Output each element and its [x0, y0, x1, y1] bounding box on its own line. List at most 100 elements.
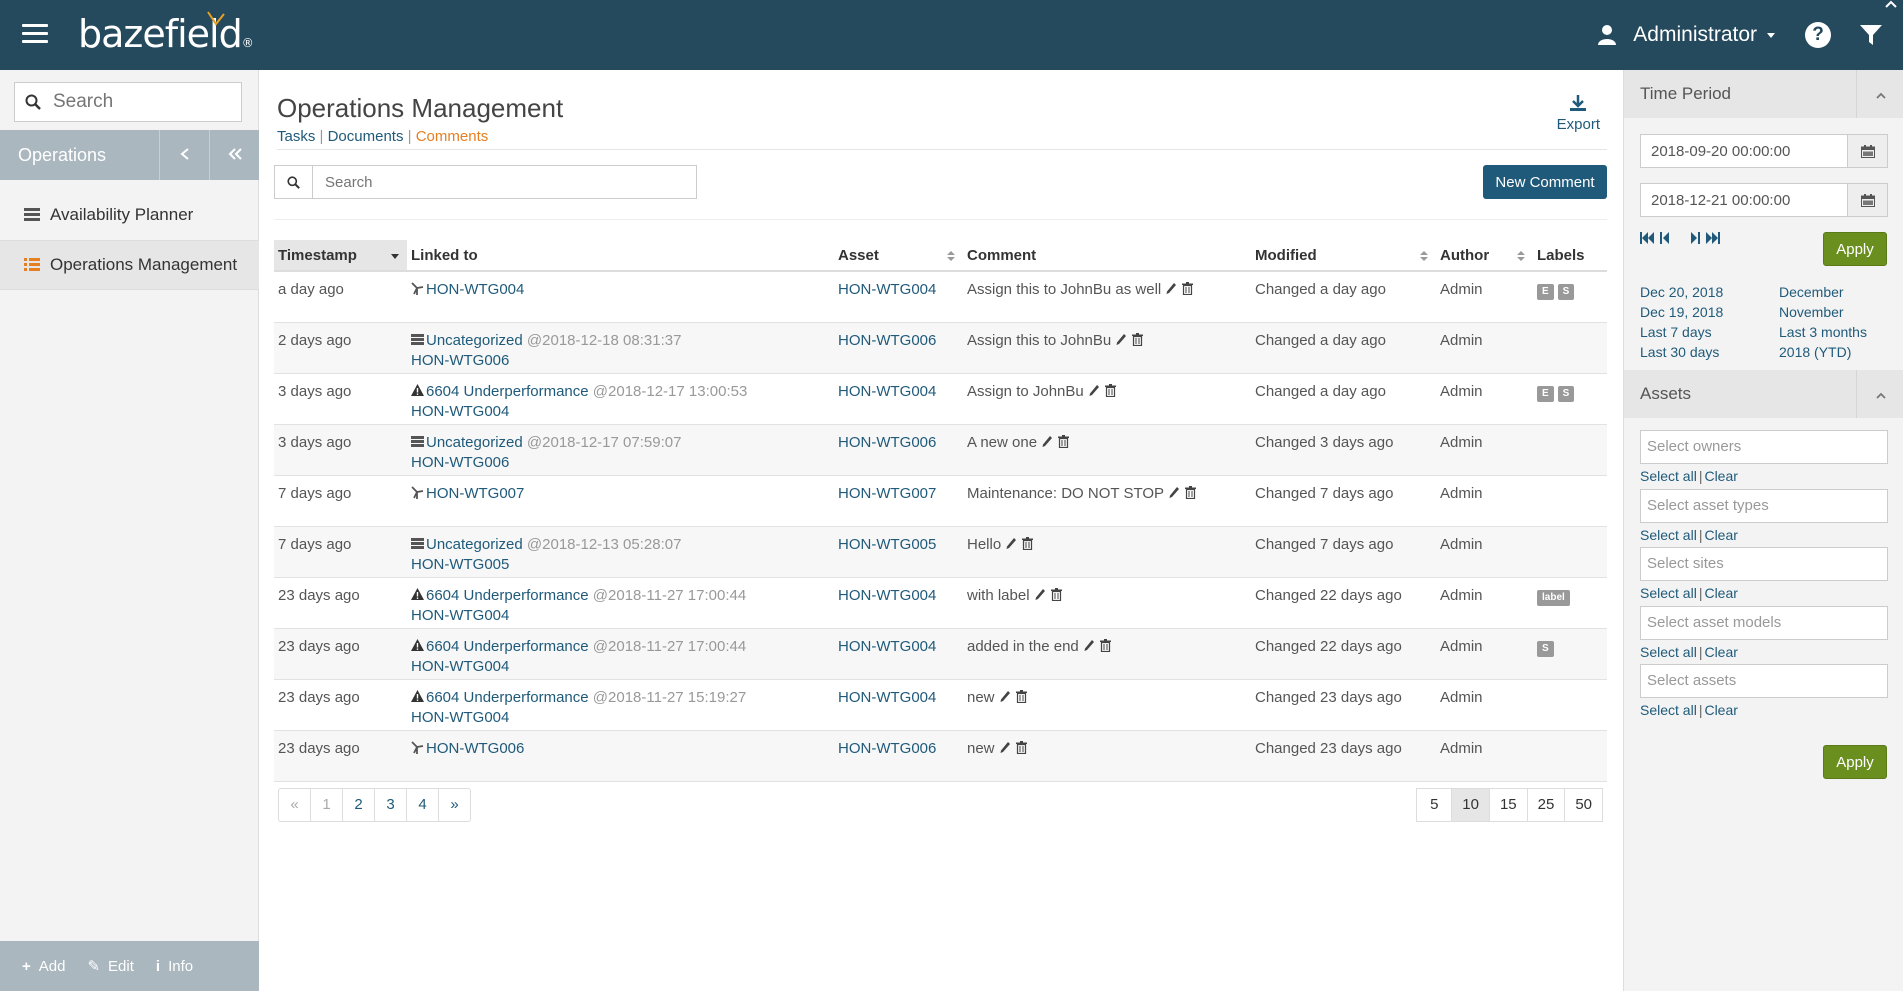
table-row[interactable]: 2 days ago Uncategorized @2018-12-18 08:3… — [274, 322, 1607, 374]
page-size-option[interactable]: 25 — [1526, 788, 1566, 822]
page-size-option[interactable]: 15 — [1488, 788, 1528, 822]
table-row[interactable]: 23 days ago 6604 Underperformance @2018-1… — [274, 628, 1607, 680]
user-icon[interactable] — [1597, 24, 1617, 46]
search-button[interactable] — [275, 166, 313, 198]
table-row[interactable]: 7 days ago Uncategorized @2018-12-13 05:2… — [274, 526, 1607, 578]
chevron-up-icon[interactable] — [1856, 70, 1903, 118]
table-row[interactable]: 23 days ago HON-WTG006 HON-WTG006 new Change… — [274, 730, 1607, 782]
help-icon[interactable]: ? — [1805, 22, 1831, 48]
tab-comments[interactable]: Comments — [416, 128, 489, 145]
page-size-option[interactable]: 5 — [1416, 788, 1453, 822]
quick-range-link[interactable]: Dec 19, 2018 — [1640, 302, 1779, 322]
trash-icon[interactable] — [1015, 689, 1027, 703]
column-header-timestamp[interactable]: Timestamp — [274, 240, 407, 272]
page-size-option[interactable]: 50 — [1564, 788, 1603, 822]
pencil-icon[interactable] — [1000, 690, 1011, 703]
table-search[interactable] — [274, 165, 697, 199]
step-forward-icon[interactable] — [1690, 232, 1700, 244]
pencil-icon[interactable] — [1166, 282, 1177, 295]
page-button[interactable]: 2 — [342, 788, 375, 822]
page-prev-button[interactable]: « — [278, 788, 311, 822]
quick-range-link[interactable]: December — [1779, 282, 1890, 302]
info-button[interactable]: i Info — [156, 958, 193, 975]
linked-asset-link[interactable]: HON-WTG006 — [411, 352, 509, 369]
linked-item-link[interactable]: 6604 Underperformance — [426, 587, 589, 604]
trash-icon[interactable] — [1050, 587, 1062, 601]
end-date-input[interactable] — [1641, 184, 1847, 216]
quick-range-link[interactable]: Last 7 days — [1640, 322, 1779, 342]
select-all-link[interactable]: Select all — [1640, 527, 1697, 543]
asset-link[interactable]: HON-WTG005 — [838, 536, 936, 553]
page-size-option[interactable]: 10 — [1451, 788, 1490, 822]
edit-button[interactable]: ✎ Edit — [87, 957, 133, 976]
column-header-author[interactable]: Author — [1436, 240, 1533, 272]
table-row[interactable]: 3 days ago 6604 Underperformance @2018-12… — [274, 373, 1607, 425]
linked-asset-link[interactable]: HON-WTG004 — [411, 403, 509, 420]
assets-header[interactable]: Assets — [1624, 370, 1903, 418]
tab-documents[interactable]: Documents — [328, 128, 404, 145]
skip-forward-icon[interactable] — [1706, 232, 1720, 244]
linked-item-link[interactable]: HON-WTG007 — [426, 485, 524, 502]
linked-asset-link[interactable]: HON-WTG004 — [411, 607, 509, 624]
sidebar-search[interactable] — [14, 82, 242, 122]
calendar-icon[interactable] — [1847, 135, 1887, 167]
linked-item-link[interactable]: HON-WTG004 — [426, 281, 524, 298]
asset-link[interactable]: HON-WTG007 — [838, 485, 936, 502]
linked-asset-link[interactable]: HON-WTG006 — [411, 454, 509, 471]
page-button[interactable]: 3 — [374, 788, 407, 822]
sidebar-item-availability-planner[interactable]: Availability Planner — [0, 190, 259, 240]
clear-link[interactable]: Clear — [1704, 644, 1737, 660]
tab-tasks[interactable]: Tasks — [277, 128, 315, 145]
trash-icon[interactable] — [1104, 383, 1116, 397]
asset-link[interactable]: HON-WTG006 — [838, 332, 936, 349]
pencil-icon[interactable] — [1089, 384, 1100, 397]
linked-asset-link[interactable]: HON-WTG004 — [411, 658, 509, 675]
hamburger-menu-icon[interactable] — [22, 24, 48, 44]
trash-icon[interactable] — [1185, 485, 1197, 499]
asset-link[interactable]: HON-WTG006 — [838, 740, 936, 757]
quick-range-link[interactable]: Last 3 months — [1779, 322, 1890, 342]
select-all-link[interactable]: Select all — [1640, 468, 1697, 484]
export-button[interactable]: Export — [1557, 94, 1600, 133]
column-header-modified[interactable]: Modified — [1251, 240, 1436, 272]
table-row[interactable]: 7 days ago HON-WTG007 HON-WTG007 Maintenanc… — [274, 475, 1607, 527]
start-date-field[interactable] — [1640, 134, 1888, 168]
linked-item-link[interactable]: Uncategorized — [426, 536, 523, 553]
select-all-link[interactable]: Select all — [1640, 644, 1697, 660]
end-date-field[interactable] — [1640, 183, 1888, 217]
chevron-down-icon[interactable] — [1767, 32, 1775, 38]
select-all-link[interactable]: Select all — [1640, 702, 1697, 718]
select-all-link[interactable]: Select all — [1640, 585, 1697, 601]
chevron-up-icon[interactable] — [1885, 0, 1897, 8]
quick-range-link[interactable]: Last 30 days — [1640, 342, 1779, 362]
table-row[interactable]: 23 days ago 6604 Underperformance @2018-1… — [274, 577, 1607, 629]
start-date-input[interactable] — [1641, 135, 1847, 167]
trash-icon[interactable] — [1132, 332, 1144, 346]
pencil-icon[interactable] — [1084, 639, 1095, 652]
collapse-all-button[interactable] — [209, 130, 259, 180]
clear-link[interactable]: Clear — [1704, 527, 1737, 543]
trash-icon[interactable] — [1182, 282, 1194, 295]
add-button[interactable]: + Add — [22, 958, 65, 975]
sidebar-item-operations-management[interactable]: Operations Management — [0, 240, 259, 290]
select-asset-types[interactable]: Select asset types — [1640, 488, 1888, 523]
quick-range-link[interactable]: November — [1779, 302, 1890, 322]
clear-link[interactable]: Clear — [1704, 702, 1737, 718]
quick-range-link[interactable]: 2018 (YTD) — [1779, 342, 1890, 362]
asset-link[interactable]: HON-WTG004 — [838, 383, 936, 400]
table-search-input[interactable] — [313, 166, 696, 198]
clear-link[interactable]: Clear — [1704, 468, 1737, 484]
trash-icon[interactable] — [1099, 638, 1111, 652]
quick-range-link[interactable]: Dec 20, 2018 — [1640, 282, 1779, 302]
table-row[interactable]: a day ago HON-WTG004 HON-WTG004 Assign this… — [274, 271, 1607, 323]
pencil-icon[interactable] — [1006, 537, 1017, 550]
filter-icon[interactable] — [1859, 23, 1883, 47]
page-button[interactable]: 1 — [310, 788, 343, 822]
linked-item-link[interactable]: HON-WTG006 — [426, 740, 524, 757]
step-back-icon[interactable] — [1660, 232, 1670, 244]
asset-link[interactable]: HON-WTG004 — [838, 638, 936, 655]
skip-back-icon[interactable] — [1640, 232, 1654, 244]
pencil-icon[interactable] — [1000, 741, 1011, 754]
select-owners[interactable]: Select owners — [1640, 430, 1888, 464]
linked-asset-link[interactable]: HON-WTG005 — [411, 556, 509, 573]
